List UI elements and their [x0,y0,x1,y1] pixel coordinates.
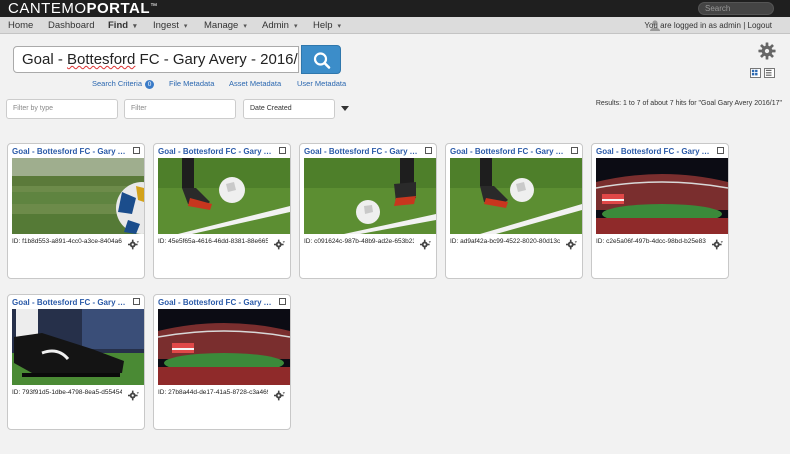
magnifier-icon [313,52,331,69]
asset-thumbnail[interactable] [158,309,290,385]
logo-text-bold: PORTAL [86,0,151,17]
chevron-down-icon: ▾ [183,23,188,30]
menu-help[interactable]: Help ▾ [313,17,341,34]
query-text-end: FC - Gary Avery - 2016/17 [135,51,299,68]
asset-card[interactable]: Goal - Bottesford FC - Gary Avery ID: c2… [591,143,729,279]
asset-id: ID: 27b8a44d-de17-41a5-8728-c3a4695 [158,389,268,396]
chevron-down-icon: ▾ [133,23,137,30]
asset-id: ID: c2e5a06f-497b-4dcc-98bd-b25e83e [596,238,706,245]
menu-dashboard-label: Dashboard [48,20,95,31]
menu-find-label: Find [108,20,129,31]
search-query-input[interactable]: Goal - Bottesford FC - Gary Avery - 2016… [13,46,299,73]
asset-thumbnail[interactable] [450,158,582,234]
search-button[interactable] [301,45,341,74]
logo-text-light: CANTEMO [8,0,87,17]
cog-dropdown-icon[interactable] [128,390,139,401]
menu-home[interactable]: Home [8,17,33,34]
checkbox-icon[interactable] [571,147,578,154]
checkbox-icon[interactable] [133,298,140,305]
cantemo-portal-logo[interactable]: CANTEMOPORTAL™ [8,0,158,17]
menu-ingest[interactable]: Ingest ▾ [153,17,187,34]
user-login-status[interactable]: You are logged in as admin | Logout [644,17,772,34]
triangle-down-icon[interactable] [341,106,349,111]
file-metadata-link[interactable]: File Metadata [169,79,214,88]
asset-card-title[interactable]: Goal - Bottesford FC - Gary Avery [450,147,568,156]
checkbox-icon[interactable] [279,147,286,154]
cog-dropdown-icon[interactable] [128,239,139,250]
asset-thumbnail[interactable] [158,158,290,234]
menu-admin-label: Admin [262,20,289,31]
cog-dropdown-icon[interactable] [712,239,723,250]
chevron-down-icon: ▾ [243,23,247,30]
search-criteria-label: Search Criteria [92,79,143,88]
menu-manage-label: Manage [204,20,239,31]
asset-thumbnail[interactable] [304,158,436,234]
asset-metadata-link[interactable]: Asset Metadata [229,79,281,88]
checkbox-icon[interactable] [133,147,140,154]
menu-help-label: Help [313,20,333,31]
asset-card-title[interactable]: Goal - Bottesford FC - Gary Avery [596,147,714,156]
checkbox-icon[interactable] [279,298,286,305]
logo-trademark: ™ [150,3,158,10]
sort-order-select[interactable]: Date Created [243,99,335,119]
asset-card-title[interactable]: Goal - Bottesford FC - Gary Avery [304,147,422,156]
cog-dropdown-icon[interactable] [274,239,285,250]
menu-dashboard[interactable]: Dashboard [48,17,94,34]
asset-id: ID: f1b8d553-a891-4cc0-a3ce-8404a6e4 [12,238,122,245]
asset-card[interactable]: Goal - Bottesford FC - Gary Avery ID: ad… [445,143,583,279]
query-text-spellcheck-flag: Bottesford [67,51,136,68]
cog-dropdown-icon[interactable] [566,239,577,250]
list-view-icon[interactable] [764,68,775,78]
brand-bar: CANTEMOPORTAL™ Search [0,0,790,17]
asset-card-title[interactable]: Goal - Bottesford FC - Gary Avery [12,147,130,156]
checkbox-icon[interactable] [717,147,724,154]
user-metadata-link[interactable]: User Metadata [297,79,346,88]
asset-card-title[interactable]: Goal - Bottesford FC - Gary Avery [158,298,276,307]
menu-manage[interactable]: Manage ▾ [204,17,247,34]
asset-id: ID: 45e5f65a-4616-46dd-8381-88e665a1 [158,238,268,245]
menu-home-label: Home [8,20,34,31]
asset-card[interactable]: Goal - Bottesford FC - Gary Avery ID: 27… [153,294,291,430]
gear-icon[interactable] [758,42,776,60]
asset-card-title[interactable]: Goal - Bottesford FC - Gary Avery [12,298,130,307]
menu-admin[interactable]: Admin ▾ [262,17,297,34]
filter-by-type-select[interactable]: Filter by type [6,99,118,119]
chevron-down-icon: ▾ [337,23,342,30]
asset-id: ID: ad9af42a-bc99-4522-8020-80d13c7 [450,238,560,245]
query-text-start: Goal - [22,51,68,68]
results-summary: Results: 1 to 7 of about 7 hits for "Goa… [595,100,782,107]
chevron-down-icon: ▾ [293,23,298,30]
asset-id: ID: 793f91d5-1dbe-4798-8ea5-d554543 [12,389,122,396]
grid-view-icon[interactable] [750,68,761,78]
asset-id: ID: c091624c-987b-48b9-ad2e-653b237 [304,238,414,245]
cog-dropdown-icon[interactable] [420,239,431,250]
checkbox-icon[interactable] [425,147,432,154]
criteria-count-badge: 0 [145,79,155,89]
asset-card[interactable]: Goal - Bottesford FC - Gary Avery ID: 79… [7,294,145,430]
menu-ingest-label: Ingest [153,20,179,31]
global-search-input[interactable]: Search [698,2,774,15]
asset-card-title[interactable]: Goal - Bottesford FC - Gary Avery [158,147,276,156]
asset-card[interactable]: Goal - Bottesford FC - Gary Avery ID: 45… [153,143,291,279]
asset-card[interactable]: Goal - Bottesford FC - Gary Avery ID: c0… [299,143,437,279]
cog-dropdown-icon[interactable] [274,390,285,401]
menu-find[interactable]: Find ▾ [108,17,137,34]
main-menu-bar: Home Dashboard Find ▾ Ingest ▾ Manage ▾ Adm… [0,17,790,34]
asset-card[interactable]: Goal - Bottesford FC - Gary Avery ID: f1… [7,143,145,279]
asset-thumbnail[interactable] [596,158,728,234]
asset-thumbnail[interactable] [12,309,144,385]
filter-input[interactable]: Filter [124,99,236,119]
asset-thumbnail[interactable] [12,158,144,234]
search-criteria-link[interactable]: Search Criteria 0 [92,79,155,89]
